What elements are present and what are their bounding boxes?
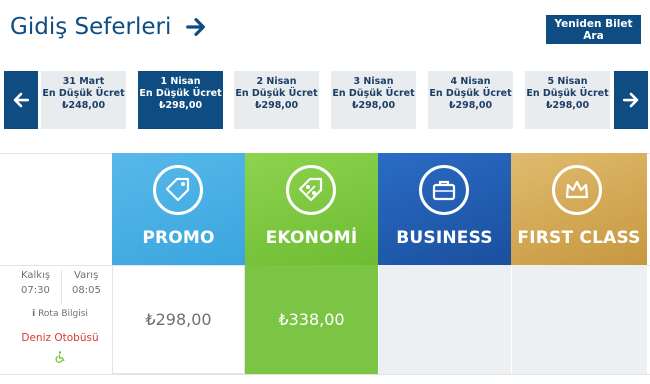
lowest-fare-price: ₺248,00 xyxy=(61,100,106,111)
date-label: 31 Mart xyxy=(62,76,105,87)
date-option[interactable]: 4 Nisan En Düşük Ücret ₺298,00 xyxy=(428,71,513,129)
fare-price-first-class-unavailable xyxy=(511,265,647,374)
arrival-time: 08:05 xyxy=(72,285,101,296)
date-option-selected[interactable]: 1 Nisan En Düşük Ücret ₺298,00 xyxy=(138,71,223,129)
lowest-fare-price: ₺298,00 xyxy=(448,100,493,111)
briefcase-icon xyxy=(419,165,469,215)
fare-class-ekonomi: EKONOMİ xyxy=(245,153,378,265)
fare-price-business-unavailable xyxy=(378,265,511,374)
date-label: 2 Nisan xyxy=(256,76,297,87)
vessel-type: Deniz Otobüsü xyxy=(21,332,99,344)
fare-class-promo: PROMO xyxy=(112,153,245,265)
date-label: 4 Nisan xyxy=(450,76,491,87)
fare-class-label: PROMO xyxy=(142,228,215,248)
fare-class-label: BUSINESS xyxy=(396,228,493,248)
percent-icon xyxy=(286,165,336,215)
date-label: 3 Nisan xyxy=(353,76,394,87)
arrow-right-icon xyxy=(186,18,206,36)
lowest-fare-price: ₺298,00 xyxy=(158,100,203,111)
wheelchair-icon xyxy=(55,351,65,363)
departure-time: 07:30 xyxy=(21,285,50,296)
lowest-fare-price: ₺298,00 xyxy=(545,100,590,111)
lowest-fare-label: En Düşük Ücret xyxy=(332,88,415,99)
journey-info: Kalkış 07:30 Varış 08:05 i Rota Bilgisi … xyxy=(10,265,112,374)
lowest-fare-label: En Düşük Ücret xyxy=(235,88,318,99)
fare-class-label: EKONOMİ xyxy=(265,228,358,248)
route-info-link[interactable]: i Rota Bilgisi xyxy=(10,309,110,319)
arrow-right-icon xyxy=(622,92,639,108)
page-title: Gidiş Seferleri xyxy=(10,14,172,40)
lowest-fare-label: En Düşük Ücret xyxy=(429,88,512,99)
date-option[interactable]: 2 Nisan En Düşük Ücret ₺298,00 xyxy=(234,71,319,129)
departure-label: Kalkış xyxy=(21,270,51,281)
route-info-label: Rota Bilgisi xyxy=(38,309,88,319)
fare-class-first-class: FIRST CLASS xyxy=(511,153,647,265)
fare-price-promo[interactable]: ₺298,00 xyxy=(112,265,245,374)
info-icon: i xyxy=(32,309,36,319)
date-option[interactable]: 5 Nisan En Düşük Ücret ₺298,00 xyxy=(525,71,610,129)
crown-icon xyxy=(552,165,602,215)
date-label: 1 Nisan xyxy=(160,76,201,87)
divider xyxy=(0,374,650,375)
date-option[interactable]: 31 Mart En Düşük Ücret ₺248,00 xyxy=(41,71,126,129)
lowest-fare-label: En Düşük Ücret xyxy=(139,88,222,99)
tag-icon xyxy=(153,165,203,215)
lowest-fare-label: En Düşük Ücret xyxy=(42,88,125,99)
next-dates-button[interactable] xyxy=(614,71,648,129)
date-option[interactable]: 3 Nisan En Düşük Ücret ₺298,00 xyxy=(331,71,416,129)
search-again-button[interactable]: Yeniden Bilet Ara xyxy=(546,15,641,44)
lowest-fare-label: En Düşük Ücret xyxy=(526,88,609,99)
lowest-fare-price: ₺298,00 xyxy=(351,100,396,111)
divider xyxy=(61,270,62,304)
arrow-left-icon xyxy=(13,92,30,108)
fare-price-ekonomi[interactable]: ₺338,00 xyxy=(245,265,378,374)
page-title-row: Gidiş Seferleri xyxy=(10,14,207,40)
fare-class-business: BUSINESS xyxy=(378,153,511,265)
date-label: 5 Nisan xyxy=(547,76,588,87)
arrival-label: Varış xyxy=(74,270,99,281)
fare-class-label: FIRST CLASS xyxy=(517,228,641,248)
previous-dates-button[interactable] xyxy=(4,71,38,129)
lowest-fare-price: ₺298,00 xyxy=(254,100,299,111)
